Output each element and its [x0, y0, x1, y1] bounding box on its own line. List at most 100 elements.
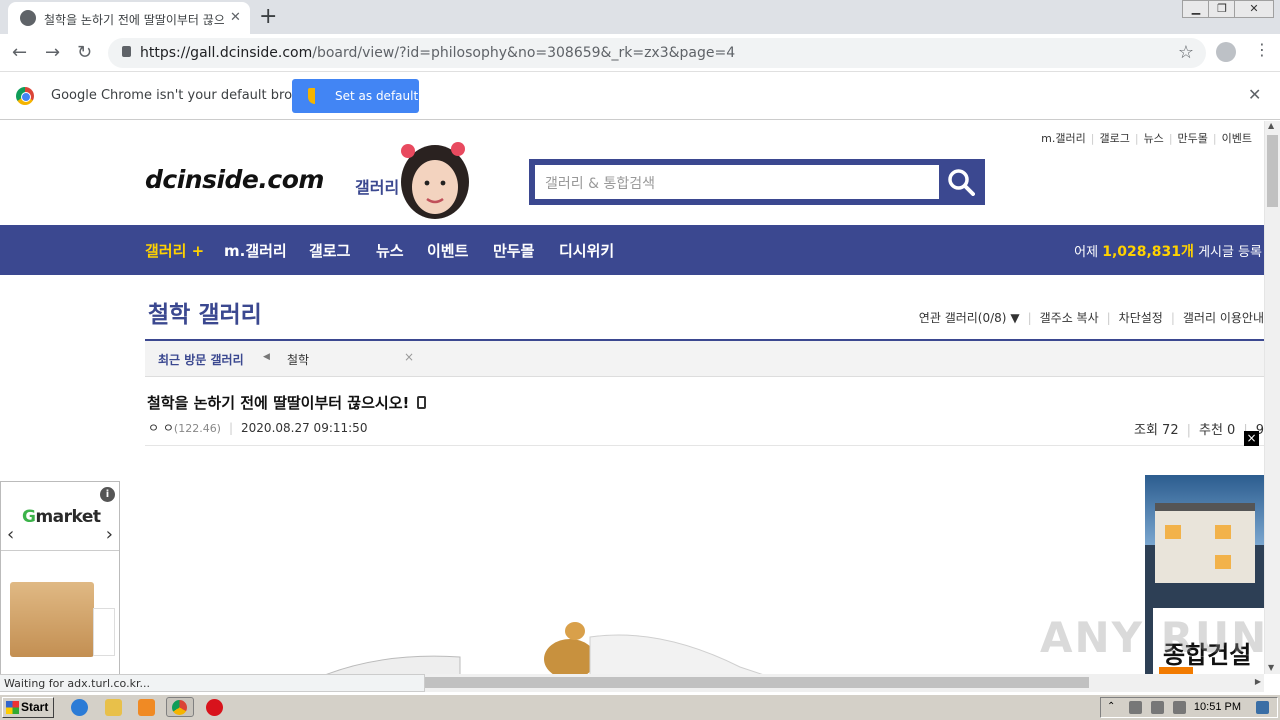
shield-icon [308, 88, 322, 104]
restore-button[interactable]: ❐ [1208, 0, 1236, 18]
start-label: Start [21, 700, 49, 714]
forward-icon[interactable]: → [45, 42, 60, 63]
nav-wiki[interactable]: 디시위키 [559, 240, 614, 261]
vertical-scrollbar[interactable]: ▲ ▼ [1264, 121, 1280, 674]
infobar-close-icon[interactable]: ✕ [1248, 85, 1261, 104]
windows-logo-icon [6, 701, 19, 714]
close-window-button[interactable]: ✕ [1234, 0, 1274, 18]
nav-mgallery[interactable]: m.갤러리 [224, 240, 287, 261]
status-bubble: Waiting for adx.turl.co.kr... [0, 674, 425, 692]
start-button[interactable]: Start [2, 697, 54, 718]
tab-close-icon[interactable]: ✕ [230, 10, 241, 25]
reload-icon[interactable]: ↻ [77, 42, 92, 63]
new-tab-button[interactable]: + [259, 4, 277, 29]
logo-gallery-label[interactable]: 갤러리 [355, 174, 399, 198]
top-link-gallog[interactable]: 갤로그 [1099, 132, 1129, 145]
browser-toolbar: ← → ↻ https://gall.dcinside.com/board/vi… [0, 34, 1280, 72]
set-default-button[interactable]: Set as default [292, 79, 419, 113]
post-title: 철학을 논하기 전에 딸딸이부터 끊으시오! [147, 392, 427, 413]
house-image [1155, 503, 1255, 583]
infobar-message: Google Chrome isn't your default browser [51, 88, 323, 103]
nav-event[interactable]: 이벤트 [427, 240, 468, 261]
search-icon[interactable] [947, 168, 975, 196]
top-link-mgallery[interactable]: m.갤러리 [1041, 132, 1086, 145]
ad-divider [1, 550, 119, 551]
gallery-guide-link[interactable]: 갤러리 이용안내 [1183, 311, 1264, 325]
set-default-label: Set as default [335, 89, 419, 103]
block-settings-link[interactable]: 차단설정 [1119, 311, 1163, 325]
ad-next-icon[interactable]: › [106, 524, 113, 545]
top-link-event[interactable]: 이벤트 [1222, 132, 1252, 145]
ad-prev-icon[interactable]: ‹ [7, 524, 14, 545]
globe-icon [20, 10, 36, 26]
related-galleries-link[interactable]: 연관 갤러리(0/8) ▼ [919, 311, 1020, 325]
recent-label: 최근 방문 갤러리 [158, 353, 244, 367]
chrome-logo-icon [16, 87, 34, 105]
ad-accent-bar [1159, 667, 1193, 674]
recent-galleries-bar: 최근 방문 갤러리 ◀ 철학 × [145, 341, 1264, 377]
nav-news[interactable]: 뉴스 [376, 240, 404, 261]
network-icon[interactable] [1151, 701, 1164, 714]
house-window [1165, 525, 1181, 539]
clock[interactable]: 10:51 PM [1194, 701, 1241, 713]
top-link-mall[interactable]: 만두몰 [1178, 132, 1208, 145]
hscroll-thumb[interactable] [425, 677, 1089, 688]
scroll-up-icon[interactable]: ▲ [1268, 121, 1274, 130]
profile-avatar[interactable] [1216, 42, 1236, 62]
scroll-thumb[interactable] [1267, 135, 1278, 207]
mascot-image [401, 142, 469, 219]
post-divider [145, 445, 1264, 446]
recent-prev-icon[interactable]: ◀ [263, 352, 270, 362]
nav-gallog[interactable]: 갤로그 [309, 240, 350, 261]
scroll-right-icon[interactable]: ▶ [1255, 677, 1261, 686]
browser-tab[interactable]: 철학을 논하기 전에 딸딸이부터 끊으 ✕ [8, 2, 250, 34]
minimize-button[interactable]: ▁ [1182, 0, 1210, 18]
ie-icon[interactable] [71, 699, 88, 716]
copy-address-link[interactable]: 갤주소 복사 [1040, 311, 1099, 325]
close-ad-icon[interactable]: × [1244, 431, 1259, 446]
horizontal-scrollbar[interactable]: ▶ [425, 674, 1264, 692]
search-box: 갤러리 & 통합검색 [529, 159, 985, 205]
page-viewport: m.갤러리 | 갤로그 | 뉴스 | 만두몰 | 이벤트 dcinside.com 갤러리 갤러… [0, 121, 1264, 674]
ad-info-icon[interactable]: i [100, 487, 115, 502]
post-count: 어제 1,028,831개 게시글 등록 [1074, 244, 1262, 260]
lock-icon [122, 46, 131, 57]
scroll-down-icon[interactable]: ▼ [1268, 663, 1274, 672]
bookmark-star-icon[interactable]: ☆ [1178, 42, 1194, 63]
explorer-icon[interactable] [105, 699, 122, 716]
tab-strip: 철학을 논하기 전에 딸딸이부터 끊으 ✕ + ▁ ❐ ✕ [0, 0, 1280, 34]
nav-mall[interactable]: 만두몰 [493, 240, 534, 261]
back-icon[interactable]: ← [12, 42, 27, 63]
view-count: 조회 72 [1134, 423, 1179, 438]
site-logo[interactable]: dcinside.com [145, 165, 324, 194]
chrome-taskbar-icon [172, 700, 187, 715]
volume-icon[interactable] [1129, 701, 1142, 714]
gmarket-ad[interactable]: i Gmarket ‹ › [0, 481, 120, 674]
search-placeholder: 갤러리 & 통합검색 [545, 176, 655, 192]
address-bar[interactable]: https://gall.dcinside.com/board/view/?id… [108, 38, 1206, 68]
tray-expand-icon[interactable]: ⌃ [1107, 701, 1120, 714]
tab-title: 철학을 논하기 전에 딸딸이부터 끊으 [44, 13, 224, 27]
show-desktop-icon[interactable] [1256, 701, 1269, 714]
mobile-icon [417, 396, 427, 409]
gallery-menu: 연관 갤러리(0/8) ▼ | 갤주소 복사 | 차단설정 | 갤러리 이용안내 [918, 311, 1264, 325]
product-card-image [93, 608, 115, 656]
top-links: m.갤러리 | 갤로그 | 뉴스 | 만두몰 | 이벤트 [1041, 132, 1252, 145]
recent-remove-icon[interactable]: × [404, 350, 414, 364]
top-link-news[interactable]: 뉴스 [1144, 132, 1164, 145]
post-meta: ㅇ ㅇ(122.46) | 2020.08.27 09:11:50 [148, 421, 368, 435]
flag-icon[interactable] [1173, 701, 1186, 714]
anyrun-watermark: ANY RUN [1040, 613, 1264, 662]
main-nav: 갤러리 + m.갤러리 갤로그 뉴스 이벤트 만두몰 디시위키 어제 1,028… [0, 225, 1264, 275]
recent-gallery-item[interactable]: 철학 [287, 351, 309, 368]
antivirus-icon[interactable] [206, 699, 223, 716]
post-author[interactable]: ㅇ ㅇ [148, 421, 174, 435]
system-tray: ⌃ 10:51 PM [1100, 697, 1278, 718]
nav-gallery-plus[interactable]: 갤러리 + [145, 240, 204, 261]
search-input[interactable]: 갤러리 & 통합검색 [535, 165, 939, 199]
post-datetime: 2020.08.27 09:11:50 [241, 421, 368, 435]
media-player-icon[interactable] [138, 699, 155, 716]
gallery-title[interactable]: 철학 갤러리 [148, 295, 262, 329]
author-ip: (122.46) [173, 422, 221, 435]
menu-dots-icon[interactable]: ⋮ [1254, 40, 1270, 59]
